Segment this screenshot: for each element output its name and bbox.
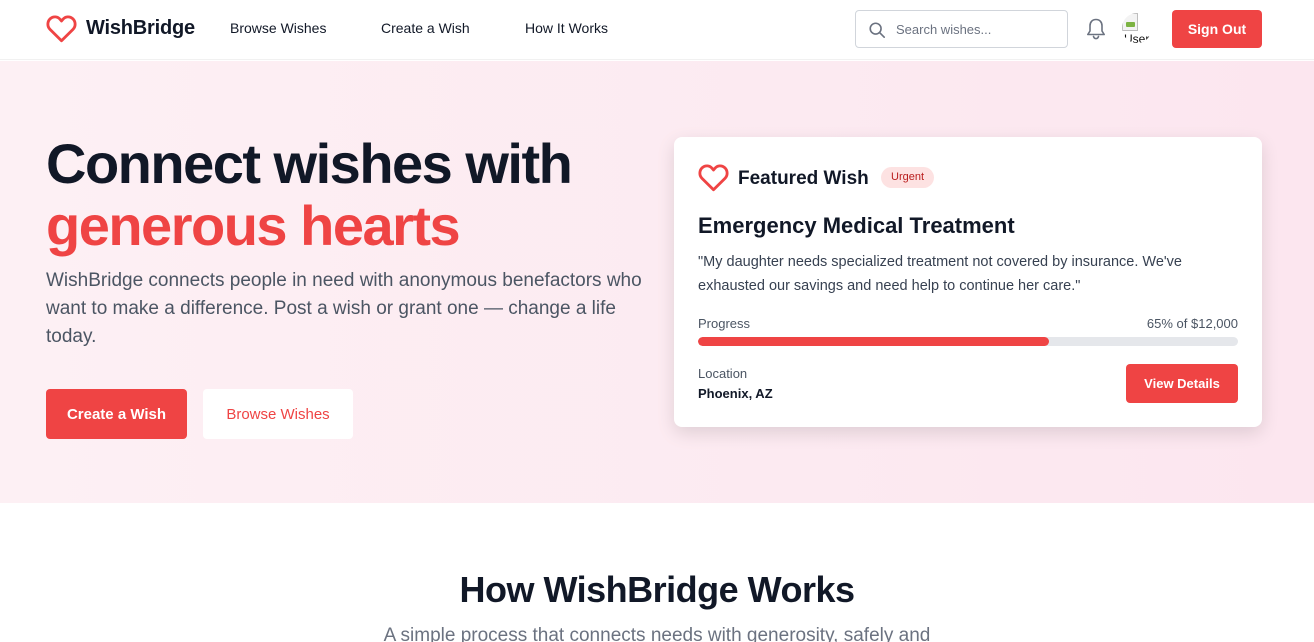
bell-icon[interactable] (1085, 17, 1107, 41)
how-it-works-title: How WishBridge Works (459, 569, 855, 610)
wish-title: Emergency Medical Treatment (698, 213, 1015, 238)
search-input[interactable] (896, 19, 1061, 39)
progress-bar-fill (698, 337, 1049, 346)
heart-icon (46, 15, 77, 43)
search-icon (869, 22, 886, 39)
location-label: Location (698, 366, 748, 381)
progress-bar (698, 337, 1238, 346)
browse-wishes-button[interactable]: Browse Wishes (203, 389, 353, 439)
view-details-button[interactable]: View Details (1126, 364, 1238, 403)
brand-name: WishBridge (86, 17, 195, 39)
hero-title: Connect wishes with generous hearts (46, 132, 573, 257)
progress-value: 65% of $12,000 (1146, 316, 1238, 331)
nav-browse-wishes[interactable]: Browse Wishes (230, 20, 326, 36)
top-navbar: WishBridge Browse Wishes Create a Wish H… (0, 0, 1314, 60)
progress-label: Progress (698, 316, 751, 331)
featured-wish-card: Featured Wish Urgent Emergency Medical T… (674, 137, 1262, 427)
urgent-badge: Urgent (881, 167, 935, 188)
how-it-works-subtitle: A simple process that connects needs wit… (383, 625, 931, 642)
search-box (855, 10, 1068, 48)
user-avatar[interactable]: User (1122, 13, 1152, 43)
create-wish-button[interactable]: Create a Wish (46, 389, 187, 439)
brand-logo[interactable]: WishBridge (46, 14, 195, 43)
hero-section: Connect wishes with generous hearts Wish… (0, 61, 1314, 503)
avatar-alt-text: User (1124, 32, 1150, 43)
featured-label: Featured Wish (738, 168, 869, 189)
broken-image-icon (1122, 13, 1138, 31)
hero-title-line1: Connect wishes with (46, 132, 573, 195)
nav-how-it-works[interactable]: How It Works (525, 20, 608, 36)
wish-quote: "My daughter needs specialized treatment… (698, 254, 1182, 294)
sign-out-button[interactable]: Sign Out (1172, 10, 1262, 48)
hero-title-accent: generous hearts (46, 194, 461, 257)
hero-subtitle: WishBridge connects people in need with … (46, 270, 642, 347)
heart-icon (698, 164, 729, 192)
location-value: Phoenix, AZ (698, 386, 773, 401)
nav-create-wish[interactable]: Create a Wish (381, 20, 470, 36)
